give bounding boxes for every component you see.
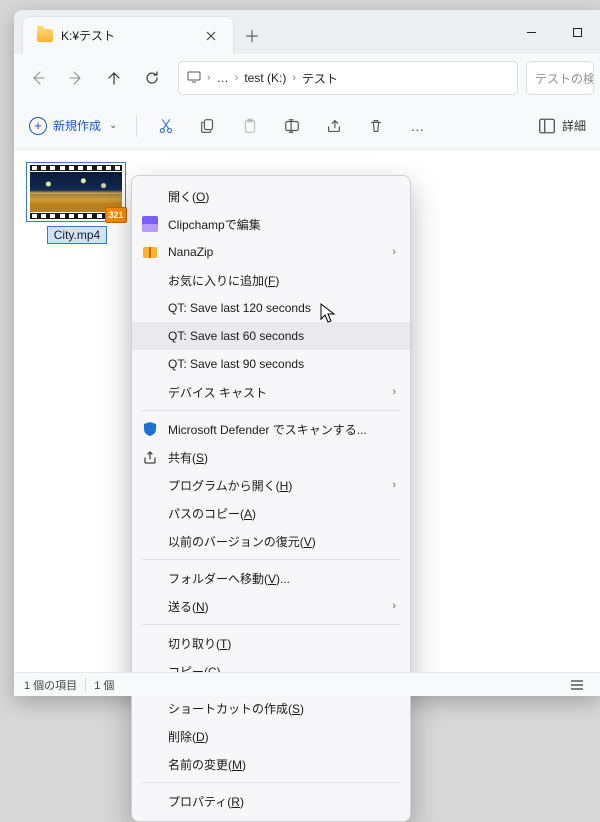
menu-move-to[interactable]: フォルダーへ移動(V)... [132, 564, 410, 592]
menu-favorite[interactable]: お気に入りに追加(F) [132, 266, 410, 294]
video-thumbnail: 321 [26, 162, 126, 222]
chevron-right-icon: › [235, 72, 239, 84]
plus-circle-icon: + [29, 117, 47, 135]
chevron-right-icon: › [392, 246, 396, 258]
list-view-button[interactable] [564, 676, 590, 694]
refresh-button[interactable] [134, 60, 170, 96]
separator [142, 559, 400, 560]
player-badge: 321 [105, 207, 127, 223]
cut-button[interactable] [147, 109, 185, 143]
rename-button[interactable] [273, 109, 311, 143]
menu-restore-versions[interactable]: 以前のバージョンの復元(V) [132, 527, 410, 555]
separator [142, 782, 400, 783]
context-menu: 開く(O) Clipchampで編集 NanaZip› お気に入りに追加(F) … [131, 175, 411, 822]
menu-cut[interactable]: 切り取り(T) [132, 629, 410, 657]
menu-cast[interactable]: デバイス キャスト› [132, 378, 410, 406]
breadcrumb[interactable]: テスト [302, 70, 338, 87]
file-item[interactable]: 321 City.mp4 [26, 162, 128, 244]
delete-button[interactable] [357, 109, 395, 143]
menu-open-with[interactable]: プログラムから開く(H)› [132, 471, 410, 499]
breadcrumb[interactable]: test (K:) [244, 71, 286, 85]
chevron-right-icon: › [292, 72, 296, 84]
search-input[interactable]: テストの検 [526, 61, 594, 95]
menu-qt-90[interactable]: QT: Save last 90 seconds [132, 350, 410, 378]
paste-button[interactable] [231, 109, 269, 143]
tab-title: K:¥テスト [61, 27, 191, 44]
share-button[interactable] [315, 109, 353, 143]
address-bar[interactable]: › … › test (K:) › テスト [178, 61, 518, 95]
menu-send-to[interactable]: 送る(N)› [132, 592, 410, 620]
shield-icon [140, 419, 160, 439]
maximize-button[interactable] [554, 10, 600, 54]
menu-rename[interactable]: 名前の変更(M) [132, 750, 410, 778]
separator [142, 624, 400, 625]
new-tab-button[interactable]: ＋ [234, 16, 270, 54]
status-bar: 1 個の項目 1 個 [14, 672, 600, 696]
menu-qt-120[interactable]: QT: Save last 120 seconds [132, 294, 410, 322]
details-label: 詳細 [562, 117, 586, 134]
command-toolbar: + 新規作成 ⌄ … 詳細 [14, 102, 600, 150]
menu-defender[interactable]: Microsoft Defender でスキャンする... [132, 415, 410, 443]
pc-icon [187, 70, 201, 87]
clipchamp-icon [140, 214, 160, 234]
nav-toolbar: › … › test (K:) › テスト テストの検 [14, 54, 600, 102]
status-selected-count: 1 個 [94, 677, 114, 693]
forward-button[interactable] [58, 60, 94, 96]
minimize-button[interactable] [508, 10, 554, 54]
chevron-right-icon: › [392, 386, 396, 398]
menu-create-shortcut[interactable]: ショートカットの作成(S) [132, 694, 410, 722]
folder-icon [37, 29, 53, 42]
menu-properties[interactable]: プロパティ(R) [132, 787, 410, 815]
status-item-count: 1 個の項目 [24, 677, 77, 693]
separator [142, 410, 400, 411]
tab-active[interactable]: K:¥テスト [22, 16, 234, 54]
chevron-right-icon: › [392, 479, 396, 491]
menu-copy-path[interactable]: パスのコピー(A) [132, 499, 410, 527]
file-name[interactable]: City.mp4 [47, 226, 107, 244]
menu-share[interactable]: 共有(S) [132, 443, 410, 471]
separator [136, 115, 137, 137]
nanazip-icon [140, 242, 160, 262]
chevron-right-icon: › [392, 600, 396, 612]
more-button[interactable]: … [399, 109, 437, 143]
menu-qt-60[interactable]: QT: Save last 60 seconds [132, 322, 410, 350]
chevron-right-icon: › [207, 72, 211, 84]
menu-open[interactable]: 開く(O) [132, 182, 410, 210]
copy-button[interactable] [189, 109, 227, 143]
new-label: 新規作成 [53, 117, 101, 134]
back-button[interactable] [20, 60, 56, 96]
details-view-button[interactable]: 詳細 [532, 109, 592, 143]
new-button[interactable]: + 新規作成 ⌄ [22, 109, 126, 143]
up-button[interactable] [96, 60, 132, 96]
menu-delete[interactable]: 削除(D) [132, 722, 410, 750]
tab-close-button[interactable] [199, 24, 223, 48]
separator [85, 678, 86, 692]
breadcrumb-overflow[interactable]: … [217, 71, 229, 85]
menu-clipchamp[interactable]: Clipchampで編集 [132, 210, 410, 238]
chevron-down-icon: ⌄ [109, 120, 117, 131]
menu-nanazip[interactable]: NanaZip› [132, 238, 410, 266]
share-icon [140, 447, 160, 467]
details-icon [538, 117, 556, 135]
titlebar: K:¥テスト ＋ [14, 10, 600, 54]
